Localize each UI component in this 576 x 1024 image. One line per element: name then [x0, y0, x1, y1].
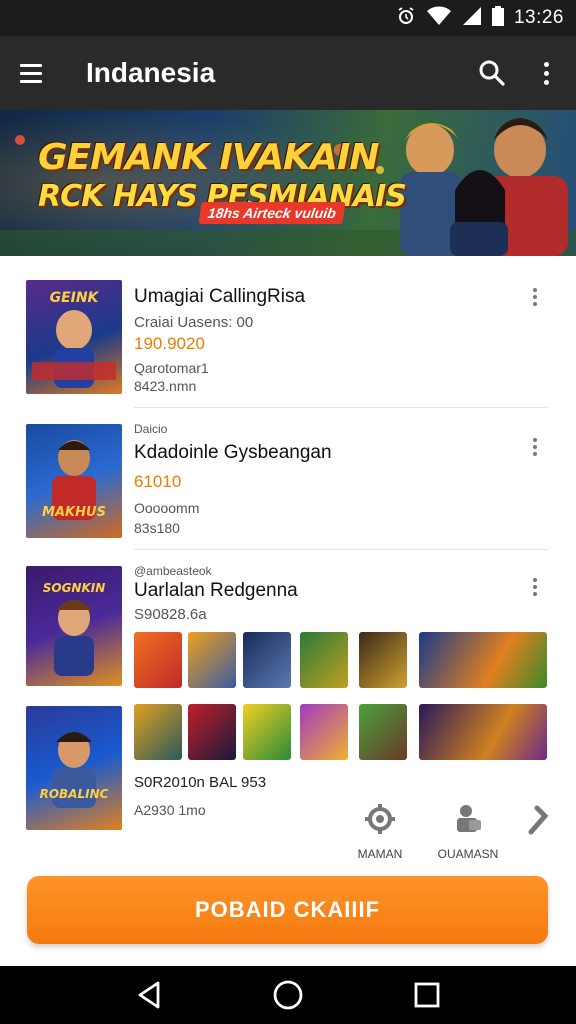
- game-thumbnail[interactable]: MAKHUS: [26, 424, 122, 538]
- mini-tile[interactable]: [134, 632, 182, 688]
- action-label: OUAMASN: [437, 847, 499, 861]
- game-title: Kdadoinle Gysbeangan: [134, 442, 332, 463]
- game-price: 190.9020: [134, 334, 205, 353]
- menu-icon[interactable]: [20, 57, 52, 89]
- app-bar: Indanesia: [0, 36, 576, 110]
- banner-tag: 18hs Airteck vuluib: [198, 202, 346, 224]
- action-ouamasn[interactable]: OUAMASN: [428, 802, 508, 861]
- list-item[interactable]: GEINK Umagiai CallingRisa Craiai Uasens:…: [0, 256, 576, 408]
- game-meta-1: Qarotomar1: [134, 360, 209, 376]
- search-icon[interactable]: [474, 55, 510, 91]
- arrow-icon: [518, 802, 558, 839]
- thumb-label: MAKHUS: [42, 505, 106, 520]
- thumb-label: SOGNKIN: [43, 581, 106, 595]
- primary-cta-button[interactable]: POBAID CKAIIIF: [27, 876, 548, 944]
- item-more-icon[interactable]: [532, 438, 538, 456]
- banner-headline-1: GEMANK IVAKAIN: [38, 137, 379, 178]
- game-label: @ambeasteok: [134, 564, 212, 578]
- game-meta-1: Ooooomm: [134, 500, 200, 516]
- system-nav-bar: [0, 966, 576, 1024]
- status-bar: 13:26: [0, 0, 576, 36]
- signal-icon: [462, 6, 482, 31]
- action-label: MAMAN: [357, 847, 403, 861]
- action-maman[interactable]: MAMAN: [350, 802, 410, 861]
- page-title: Indanesia: [86, 57, 216, 88]
- item-more-icon[interactable]: [532, 288, 538, 306]
- mini-tile[interactable]: [134, 704, 182, 760]
- mini-tile[interactable]: [188, 704, 236, 760]
- game-subtitle: S0R2010n BAL 953: [134, 774, 267, 791]
- game-subtitle: S90828.6a: [134, 606, 207, 623]
- battery-icon: [491, 5, 504, 31]
- mini-tile[interactable]: [359, 632, 407, 688]
- game-title: Umagiai CallingRisa: [134, 286, 306, 307]
- game-label: Daicio: [134, 422, 168, 436]
- game-title: Uarlalan Redgenna: [134, 580, 298, 601]
- mini-tile[interactable]: [300, 704, 348, 760]
- action-forward[interactable]: [518, 802, 558, 847]
- game-meta-1: A2930 1mo: [134, 802, 206, 818]
- mini-tile[interactable]: [188, 632, 236, 688]
- item-more-icon[interactable]: [532, 578, 538, 596]
- home-icon[interactable]: [268, 975, 308, 1015]
- list-item[interactable]: SOGNKIN @ambeasteok Uarlalan Redgenna S9…: [0, 550, 576, 690]
- promo-banner[interactable]: GEMANK IVAKAIN RCK HAYS PESMIANAIS 18hs …: [0, 110, 576, 256]
- back-icon[interactable]: [129, 975, 169, 1015]
- mini-tile[interactable]: [243, 632, 291, 688]
- game-meta-2: 83s180: [134, 520, 180, 536]
- mini-tile[interactable]: [359, 704, 407, 760]
- gear-icon: [350, 802, 410, 839]
- game-meta-2: 8423.nmn: [134, 378, 197, 394]
- game-thumbnail[interactable]: SOGNKIN: [26, 566, 122, 686]
- clock: 13:26: [513, 7, 564, 28]
- game-subtitle: Craiai Uasens: 00: [134, 314, 254, 331]
- game-list: GEINK Umagiai CallingRisa Craiai Uasens:…: [0, 256, 576, 862]
- wifi-icon: [426, 6, 452, 31]
- game-thumbnail[interactable]: GEINK: [26, 280, 122, 394]
- thumb-label: GEINK: [50, 290, 100, 306]
- mini-tile[interactable]: [243, 704, 291, 760]
- mini-tile-wide[interactable]: [419, 632, 547, 688]
- mini-tile-wide[interactable]: [419, 704, 547, 760]
- more-options-icon[interactable]: [536, 55, 556, 91]
- list-item[interactable]: MAKHUS Daicio Kdadoinle Gysbeangan 61010…: [0, 408, 576, 550]
- game-price: 61010: [134, 472, 182, 491]
- user-bag-icon: [428, 802, 508, 839]
- list-item[interactable]: ROBALINC S0R2010n BAL 953 A2930 1mo MAMA…: [0, 690, 576, 862]
- game-thumbnail[interactable]: ROBALINC: [26, 706, 122, 830]
- thumb-label: ROBALINC: [40, 787, 109, 801]
- cta-container: POBAID CKAIIIF: [0, 862, 576, 966]
- mini-tile[interactable]: [300, 632, 348, 688]
- recents-icon[interactable]: [407, 975, 447, 1015]
- alarm-icon: [396, 6, 416, 31]
